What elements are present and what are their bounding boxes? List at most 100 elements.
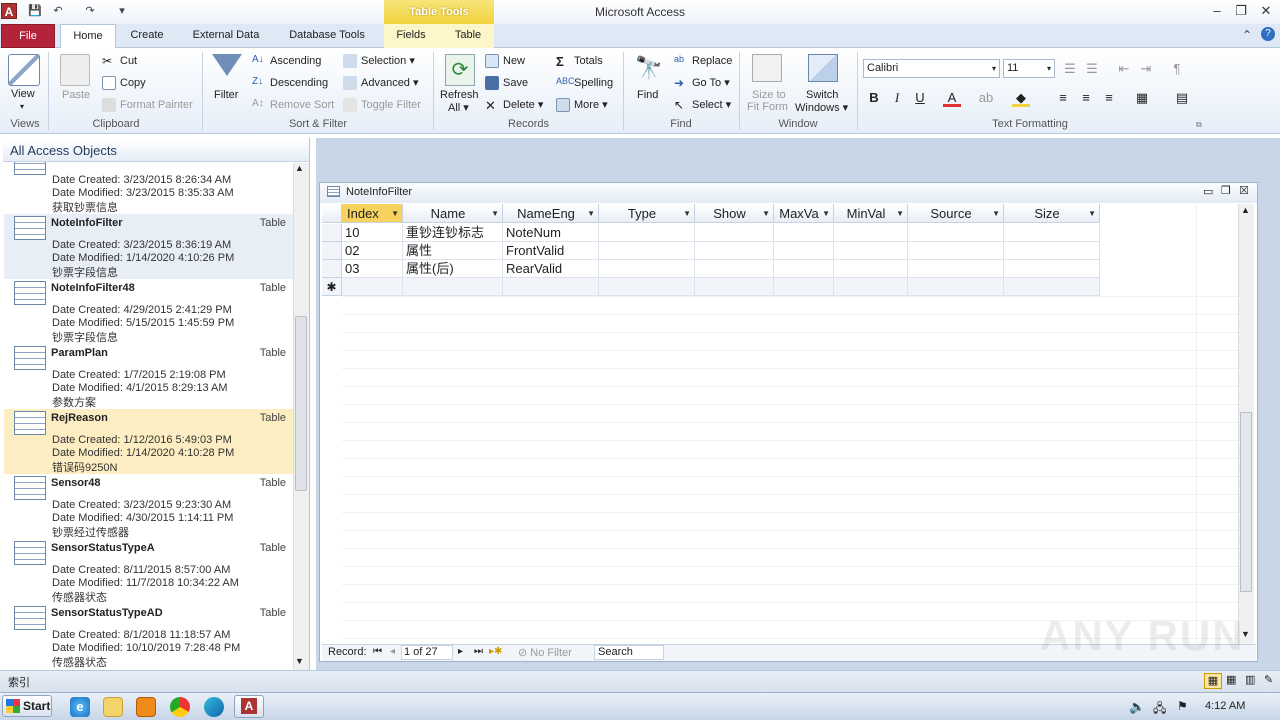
new-record-cell[interactable] [599,278,695,296]
record-selector[interactable] [322,260,342,278]
chevron-down-icon[interactable]: ▼ [491,204,499,223]
help-icon[interactable]: ? [1261,27,1275,41]
align-right-icon[interactable]: ≡ [1100,89,1118,107]
table-cell[interactable] [695,224,774,242]
new-record-cell[interactable] [403,278,503,296]
switch-windows-label[interactable]: Switch [806,89,838,101]
tab-database-tools[interactable]: Database Tools [280,24,374,48]
column-header[interactable]: NameEng ▼ [503,204,599,223]
chevron-down-icon[interactable]: ▼ [587,204,595,223]
scroll-up-icon[interactable]: ▲ [1241,205,1250,215]
chevron-down-icon[interactable]: ▼ [992,204,1000,223]
table-cell[interactable] [908,242,1004,260]
gridlines-icon[interactable]: ▦ [1133,89,1151,107]
table-cell[interactable]: 重钞连钞标志 [403,224,503,242]
previous-record-icon[interactable]: ◂ [390,646,395,657]
table-cell[interactable] [834,242,908,260]
table-cell[interactable] [695,242,774,260]
chevron-down-icon[interactable]: ▼ [683,204,691,223]
replace-button[interactable]: ab Replace [674,54,732,68]
volume-icon[interactable]: 🔈 [1129,699,1145,715]
nav-item[interactable]: SensorStatusTypeAD Table Date Created: 8/1… [4,604,294,669]
fill-color-icon[interactable]: ◆ [1012,89,1030,107]
refresh-icon[interactable]: ⟳ [445,54,475,86]
nav-item[interactable]: Sensor48 Table Date Created: 3/23/2015 9:2… [4,474,294,539]
highlight-icon[interactable]: ab [977,89,995,107]
align-center-icon[interactable]: ≡ [1077,89,1095,107]
font-size-combo[interactable]: 11 ▾ [1003,59,1055,78]
nav-pane-title[interactable]: All Access Objects [10,143,117,158]
datasheet-scroll-thumb[interactable] [1240,412,1252,592]
table-cell[interactable]: FrontValid [503,242,599,260]
table-cell[interactable] [1004,260,1100,278]
indent-icon[interactable]: ⇥ [1137,60,1155,78]
table-cell[interactable] [1004,242,1100,260]
next-record-icon[interactable]: ▸ [458,646,463,657]
chevron-down-icon[interactable]: ▼ [1088,204,1096,223]
tab-fields[interactable]: Fields [390,24,432,48]
restore-icon[interactable]: ❐ [1231,2,1251,20]
paste-button[interactable]: Paste [62,89,90,101]
chevron-down-icon[interactable]: ▼ [762,204,770,223]
alternate-row-color-icon[interactable]: ▤ [1173,89,1191,107]
nav-item[interactable]: ParamPlan Table Date Created: 1/7/2015 2:1… [4,344,294,409]
column-header[interactable]: Name ▼ [403,204,503,223]
align-left-icon[interactable]: ≡ [1054,89,1072,107]
new-record-cell[interactable] [1004,278,1100,296]
nav-item[interactable]: NoteInfoFilter48 Table Date Created: 4/29/… [4,279,294,344]
design-view-icon[interactable]: ✎ [1264,673,1273,686]
first-record-icon[interactable]: ⏮ [373,646,382,657]
column-header[interactable]: Source ▼ [908,204,1004,223]
close-icon[interactable]: ✕ [1256,2,1276,20]
filter-button[interactable]: Filter [214,89,238,101]
save-record-button[interactable]: Save [485,76,528,90]
font-name-combo[interactable]: Calibri ▾ [863,59,1000,78]
table-cell[interactable] [774,224,834,242]
toggle-filter-button[interactable]: Toggle Filter [343,98,421,112]
nav-item[interactable]: RejReason Table Date Created: 1/12/2016 5:… [4,409,294,474]
ascending-button[interactable]: A↓ Ascending [252,54,321,68]
ribbon-minimize-icon[interactable]: ⌃ [1242,28,1252,42]
table-cell[interactable] [695,260,774,278]
filter-indicator[interactable]: ⊘ No Filter [518,646,572,659]
underline-icon[interactable]: U [911,89,929,107]
chevron-down-icon[interactable]: ▾ [20,102,24,111]
totals-button[interactable]: Σ Totals [556,54,603,69]
new-record-selector[interactable]: ✱ [322,278,342,296]
new-record-cell[interactable] [503,278,599,296]
new-record-cell[interactable] [695,278,774,296]
network-icon[interactable]: 🖧 [1153,699,1166,720]
chevron-down-icon[interactable]: ▼ [391,204,399,223]
table-cell[interactable] [774,260,834,278]
doc-close-icon[interactable]: ☒ [1239,184,1249,197]
new-record-cell[interactable] [908,278,1004,296]
doc-restore-icon[interactable]: ❐ [1221,184,1231,197]
column-header[interactable]: Index ▼ [342,204,403,223]
pivot-table-view-icon[interactable]: ▦ [1226,673,1236,686]
chevron-down-icon[interactable]: ▼ [822,204,830,223]
format-painter-button[interactable]: Format Painter [102,98,193,112]
table-cell[interactable] [834,224,908,242]
pivot-chart-view-icon[interactable]: ▥ [1245,673,1255,686]
table-cell[interactable] [599,260,695,278]
chrome-icon[interactable] [170,697,190,717]
last-record-icon[interactable]: ⏭ [474,646,483,657]
action-center-flag-icon[interactable]: ⚑ [1177,699,1188,713]
cut-button[interactable]: ✂ Cut [102,54,137,68]
column-header[interactable]: MinVal ▼ [834,204,908,223]
table-cell[interactable] [908,224,1004,242]
media-player-icon[interactable] [136,697,156,717]
tab-create[interactable]: Create [122,24,172,48]
delete-record-button[interactable]: ✕ Delete ▾ [485,98,543,113]
copy-button[interactable]: Copy [102,76,146,90]
column-header[interactable]: MaxVa ▼ [774,204,834,223]
italic-icon[interactable]: I [888,89,906,107]
new-record-button[interactable]: New [485,54,525,68]
refresh-all-label-2[interactable]: All ▾ [448,101,469,114]
select-all-corner[interactable] [322,204,342,223]
column-header[interactable]: Show ▼ [695,204,774,223]
doc-minimize-icon[interactable]: ▭ [1203,185,1213,198]
table-cell[interactable] [908,260,1004,278]
table-cell[interactable]: 03 [342,260,403,278]
table-cell[interactable] [774,242,834,260]
